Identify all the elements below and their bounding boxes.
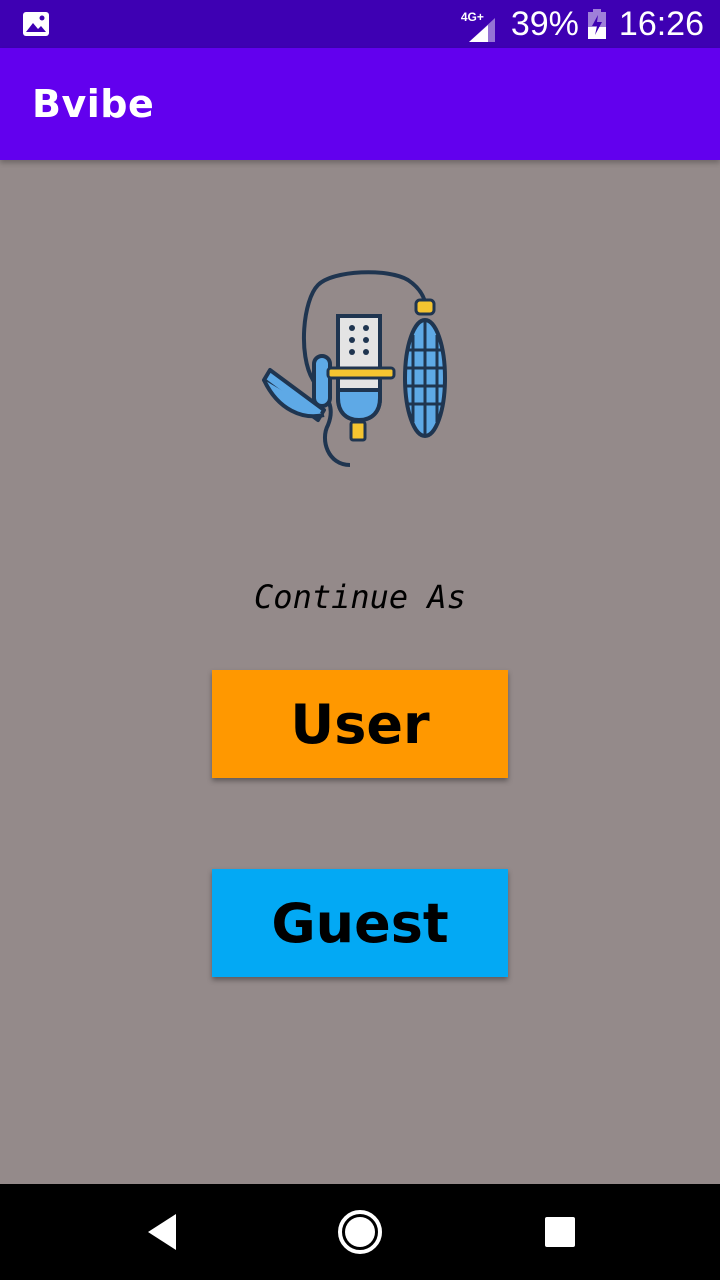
app-title: Bvibe <box>32 82 155 126</box>
continue-as-label: Continue As <box>254 578 466 616</box>
microphone-logo-icon <box>262 270 447 467</box>
clock: 16:26 <box>618 4 704 43</box>
app-bar: Bvibe <box>0 48 720 160</box>
status-bar: 4G+ 39% 16:26 <box>0 0 720 48</box>
signal-icon <box>468 18 495 42</box>
battery-charging-icon <box>587 9 606 39</box>
navigation-bar <box>0 1184 720 1280</box>
main-content: Continue As User Guest <box>0 160 720 1184</box>
user-button[interactable]: User <box>212 670 508 778</box>
user-button-label: User <box>290 692 430 756</box>
battery-percent: 39% <box>510 4 579 43</box>
guest-button-label: Guest <box>271 891 449 955</box>
back-icon[interactable] <box>138 1208 186 1256</box>
home-icon[interactable] <box>336 1208 384 1256</box>
image-notification-icon <box>23 12 49 36</box>
network-indicator: 4G+ <box>461 4 497 44</box>
status-right: 4G+ 39% 16:26 <box>461 0 704 48</box>
recents-icon[interactable] <box>536 1208 584 1256</box>
guest-button[interactable]: Guest <box>212 869 508 977</box>
